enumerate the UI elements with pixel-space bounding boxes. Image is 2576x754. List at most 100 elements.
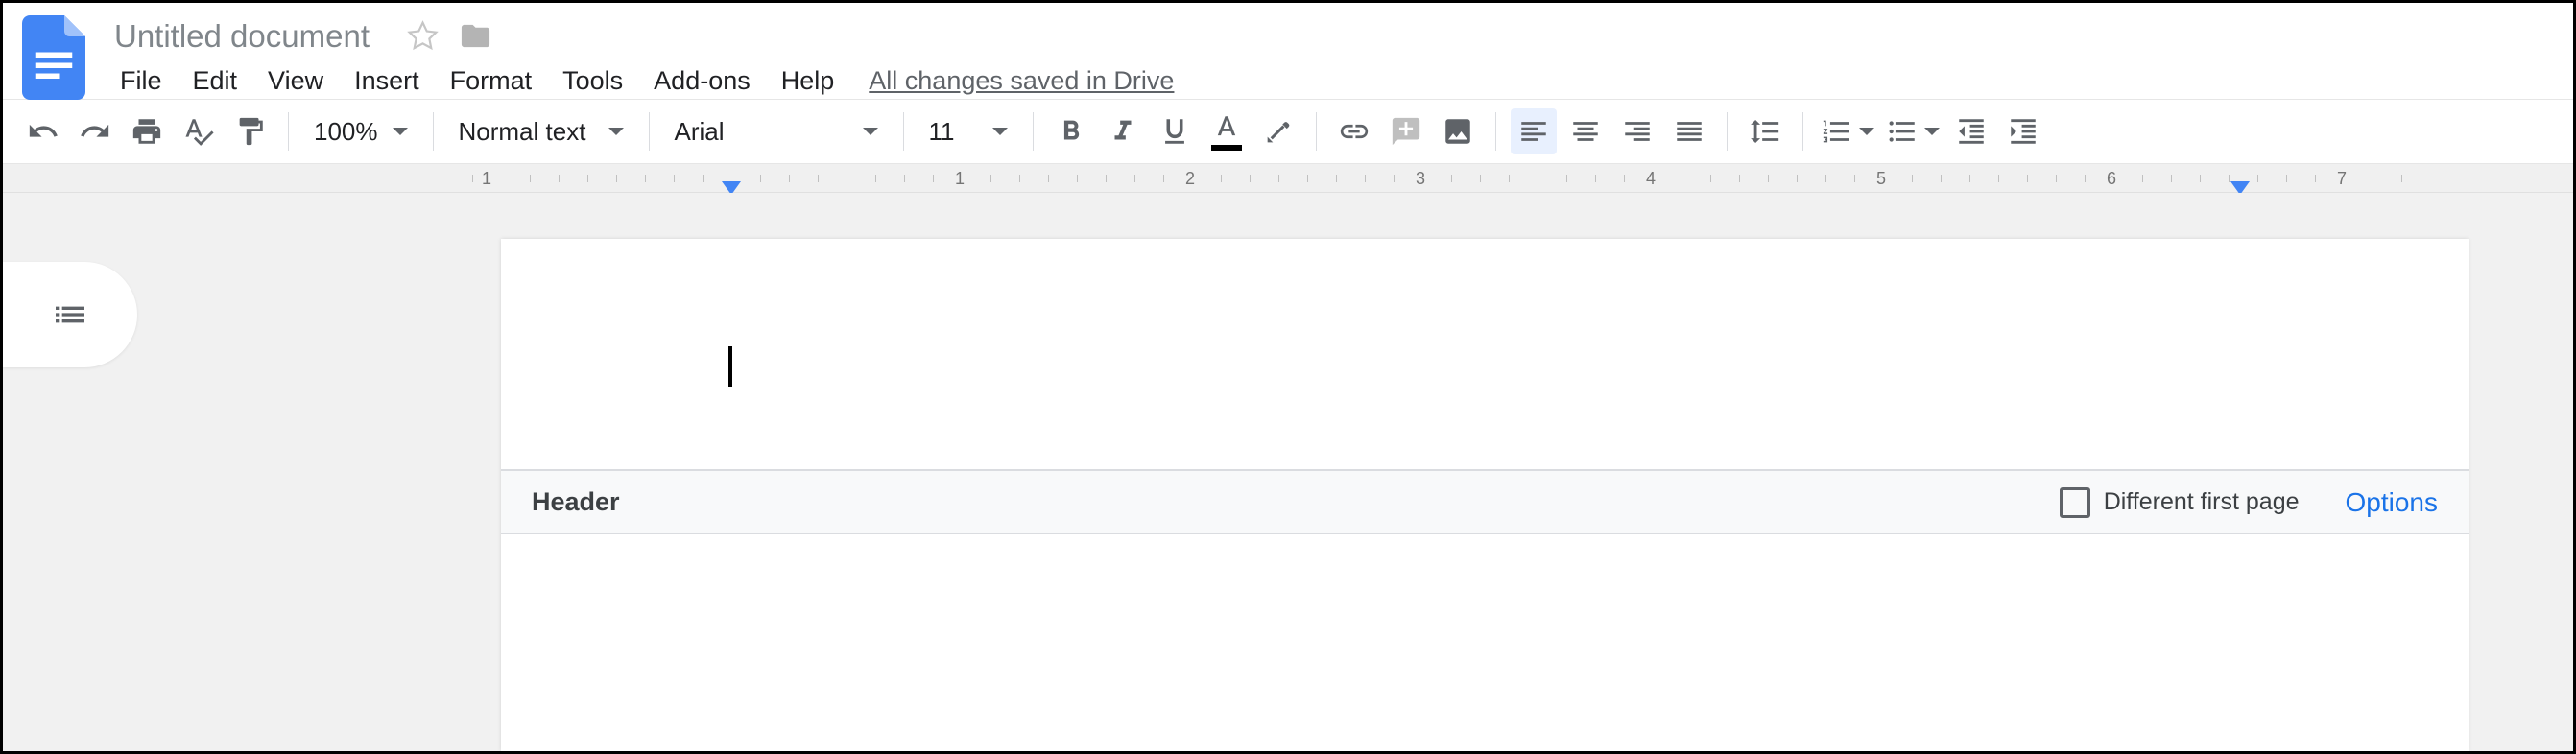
underline-button[interactable]: [1152, 108, 1198, 154]
italic-button[interactable]: [1100, 108, 1146, 154]
font-value: Arial: [675, 117, 725, 147]
align-center-button[interactable]: [1562, 108, 1609, 154]
ruler-minor-tick: [1509, 175, 1510, 182]
highlight-button[interactable]: [1255, 108, 1301, 154]
ruler-minor-tick: [1941, 175, 1942, 182]
print-button[interactable]: [124, 108, 170, 154]
ruler-minor-tick: [587, 175, 588, 182]
menu-help[interactable]: Help: [766, 59, 850, 104]
header-toolbar: Header Different first page Options: [501, 469, 2469, 534]
font-dropdown[interactable]: Arial: [661, 108, 892, 154]
star-icon[interactable]: [406, 19, 440, 53]
document-title[interactable]: Untitled document: [105, 18, 379, 55]
menu-format[interactable]: Format: [435, 59, 548, 104]
docs-logo-icon[interactable]: [22, 14, 85, 101]
outline-toggle-button[interactable]: [3, 262, 137, 367]
title-area: Untitled document File Edit View Insert …: [105, 14, 2554, 104]
ruler-minor-tick: [990, 175, 991, 182]
add-comment-button[interactable]: [1383, 108, 1429, 154]
menu-tools[interactable]: Tools: [547, 59, 638, 104]
caret-icon: [1859, 128, 1874, 135]
ruler-minor-tick: [933, 175, 934, 182]
ruler-minor-tick: [2286, 175, 2287, 182]
menu-file[interactable]: File: [105, 59, 178, 104]
ruler-minor-tick: [1451, 175, 1452, 182]
ruler-minor-tick: [2027, 175, 2028, 182]
separator: [1316, 112, 1317, 151]
ruler[interactable]: 1 1 2 3 4 5 6 7: [3, 164, 2573, 193]
text-color-button[interactable]: [1204, 108, 1250, 154]
ruler-minor-tick: [1307, 175, 1308, 182]
align-right-button[interactable]: [1614, 108, 1660, 154]
menubar: File Edit View Insert Format Tools Add-o…: [105, 58, 2554, 104]
ruler-minor-tick: [1739, 175, 1740, 182]
ruler-minor-tick: [2315, 175, 2316, 182]
header-options-button[interactable]: Options: [2346, 487, 2439, 518]
ruler-minor-tick: [818, 175, 819, 182]
ruler-minor-tick: [674, 175, 675, 182]
ruler-minor-tick: [1134, 175, 1135, 182]
separator: [649, 112, 650, 151]
bold-button[interactable]: [1048, 108, 1094, 154]
insert-link-button[interactable]: [1331, 108, 1377, 154]
ruler-minor-tick: [875, 175, 876, 182]
ruler-tick: 1: [482, 169, 491, 189]
ruler-minor-tick: [1710, 175, 1711, 182]
caret-icon: [863, 128, 878, 135]
separator: [1802, 112, 1803, 151]
redo-button[interactable]: [72, 108, 118, 154]
header-region[interactable]: [501, 239, 2469, 469]
numbered-list-button[interactable]: [1815, 108, 1880, 154]
ruler-tick: 2: [1185, 169, 1195, 189]
separator: [903, 112, 904, 151]
align-justify-button[interactable]: [1666, 108, 1712, 154]
font-size-value: 11: [929, 117, 955, 147]
ruler-minor-tick: [1365, 175, 1366, 182]
ruler-minor-tick: [1221, 175, 1222, 182]
bulleted-list-button[interactable]: [1880, 108, 1945, 154]
ruler-tick: 5: [1876, 169, 1886, 189]
ruler-minor-tick: [1969, 175, 1970, 182]
ruler-minor-tick: [1336, 175, 1337, 182]
different-first-page-checkbox[interactable]: [2060, 487, 2090, 518]
insert-image-button[interactable]: [1435, 108, 1481, 154]
increase-indent-button[interactable]: [2000, 108, 2046, 154]
ruler-minor-tick: [1998, 175, 1999, 182]
ruler-minor-tick: [2171, 175, 2172, 182]
ruler-minor-tick: [1566, 175, 1567, 182]
caret-icon: [1924, 128, 1940, 135]
separator: [1033, 112, 1034, 151]
different-first-page-group[interactable]: Different first page: [2060, 487, 2300, 518]
paint-format-button[interactable]: [227, 108, 274, 154]
ruler-minor-tick: [1163, 175, 1164, 182]
menu-edit[interactable]: Edit: [178, 59, 253, 104]
align-left-button[interactable]: [1511, 108, 1557, 154]
ruler-minor-tick: [559, 175, 560, 182]
ruler-minor-tick: [2257, 175, 2258, 182]
line-spacing-button[interactable]: [1742, 108, 1788, 154]
font-size-dropdown[interactable]: 11: [916, 108, 1021, 154]
undo-button[interactable]: [20, 108, 66, 154]
move-folder-icon[interactable]: [459, 19, 492, 53]
menu-addons[interactable]: Add-ons: [638, 59, 766, 104]
save-status[interactable]: All changes saved in Drive: [869, 66, 1174, 96]
text-color-swatch: [1211, 145, 1242, 151]
zoom-dropdown[interactable]: 100%: [300, 108, 421, 154]
ruler-minor-tick: [616, 175, 617, 182]
ruler-minor-tick: [703, 175, 704, 182]
ruler-minor-tick: [1048, 175, 1049, 182]
different-first-page-label: Different first page: [2104, 488, 2300, 516]
toolbar: 100% Normal text Arial 11: [3, 99, 2573, 164]
ruler-minor-tick: [1595, 175, 1596, 182]
decrease-indent-button[interactable]: [1948, 108, 1994, 154]
styles-dropdown[interactable]: Normal text: [445, 108, 637, 154]
menu-insert[interactable]: Insert: [339, 59, 435, 104]
ruler-minor-tick: [1854, 175, 1855, 182]
caret-icon: [992, 128, 1008, 135]
ruler-minor-tick: [530, 175, 531, 182]
document-page[interactable]: Header Different first page Options: [501, 239, 2469, 751]
ruler-minor-tick: [1278, 175, 1279, 182]
menu-view[interactable]: View: [252, 59, 339, 104]
spellcheck-button[interactable]: [176, 108, 222, 154]
ruler-minor-tick: [2401, 175, 2402, 182]
